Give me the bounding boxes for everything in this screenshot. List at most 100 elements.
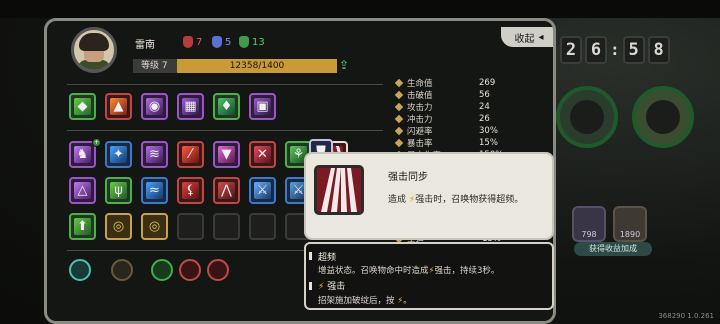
desc-part: ，持续3秒。 — [451, 266, 500, 276]
collapse-label: 收起 — [514, 33, 535, 45]
pyramid-icon: △ — [77, 183, 88, 198]
skill-slot[interactable]: △ — [69, 177, 96, 204]
equip-slot-2[interactable]: ▲ — [105, 93, 132, 120]
skill-slot[interactable]: ⋀ — [213, 177, 240, 204]
keyword-title-text: 强击 — [327, 282, 346, 292]
skill-slot[interactable]: ≈ — [141, 177, 168, 204]
tooltip-description: 造成 ⚡强击时，召唤物获得超频。 — [388, 192, 523, 205]
stat-label: 击破值 — [407, 91, 433, 101]
collapse-button[interactable]: 收起 ◂ — [501, 27, 553, 47]
stat-value: 26 — [479, 114, 490, 124]
stat-value: 269 — [479, 78, 496, 88]
desc-suffix: 时，召唤物获得超频。 — [433, 195, 524, 205]
empty-slot[interactable] — [249, 213, 276, 240]
stat-value: 15% — [479, 138, 498, 148]
stat-label: 生命值 — [407, 79, 433, 89]
skill-slot[interactable]: ≋ — [141, 141, 168, 168]
spark-skill-icon[interactable] — [179, 259, 201, 281]
xp-text: 12358/1400 — [229, 61, 285, 71]
timer-digit: 2 — [560, 36, 582, 64]
shark-icon: ≈ — [149, 183, 160, 198]
beast-icon: ⚸ — [185, 183, 196, 198]
bonus-button[interactable]: 获得收益加成 — [574, 242, 652, 256]
stat-bullet-icon — [394, 90, 404, 100]
upgrade-badge-icon: + — [92, 138, 101, 147]
stat-bullet-icon — [394, 102, 404, 112]
potion-icon[interactable] — [69, 259, 91, 281]
skill-slot[interactable]: ⁄ — [177, 141, 204, 168]
arrow-up-icon: ⬆ — [77, 219, 88, 234]
skill-slot[interactable]: ✦ — [105, 141, 132, 168]
claw-skill-icon[interactable] — [151, 259, 173, 281]
coin-icon: ◎ — [148, 219, 161, 234]
empty-slot[interactable] — [177, 213, 204, 240]
stat-row: 冲击力 26 — [394, 113, 546, 125]
blue-mask-icon — [212, 36, 222, 48]
summon-portrait-icon[interactable] — [556, 86, 618, 148]
companion-portrait-icon[interactable] — [632, 86, 694, 148]
star-icon: ✦ — [113, 147, 124, 162]
cross-icon: ✕ — [257, 147, 268, 162]
skill-tooltip: 强击同步 造成 ⚡强击时，召唤物获得超频。 — [304, 152, 554, 240]
skill-slot[interactable]: ✕ — [249, 141, 276, 168]
bolt-icon: ⚡ — [318, 282, 325, 292]
timer-display: 2 6 : 5 8 — [560, 36, 670, 64]
version-label: 368290 1.0.261 — [658, 312, 714, 320]
coin-icon: ◎ — [112, 219, 125, 234]
keyword-tooltip: 超频 增益状态。召唤物命中时造成⚡强击，持续3秒。 ⚡ 强击 招架施加破绽后，按… — [304, 242, 554, 310]
equip-slot-3[interactable]: ◉ — [141, 93, 168, 120]
equip-slot-1[interactable]: ◆ — [69, 93, 96, 120]
resource-card[interactable]: 798 — [572, 206, 606, 242]
skill-slot[interactable]: ◎ — [105, 213, 132, 240]
equip-slot-6[interactable]: ▣ — [249, 93, 276, 120]
stat-value: 56 — [479, 90, 490, 100]
skill-slot[interactable]: ⬆ — [69, 213, 96, 240]
resource-red: 7 — [183, 36, 202, 48]
empty-slot[interactable] — [213, 213, 240, 240]
flame-icon: ▲ — [113, 99, 124, 114]
desc-prefix: 造成 — [388, 195, 407, 205]
stat-label: 冲击力 — [407, 115, 433, 125]
gem-icon: ▼ — [221, 147, 232, 162]
resource-value: 13 — [252, 36, 265, 48]
desc-part: 招架施加破绽后，按 — [318, 296, 395, 306]
helmet-icon: ▣ — [256, 99, 269, 114]
stat-bullet-icon — [394, 138, 404, 148]
fang-icon: ⋀ — [221, 183, 232, 198]
chevron-left-icon: ◂ — [538, 31, 544, 43]
resource-value: 7 — [196, 36, 203, 48]
skill-slot[interactable]: ⚔ — [249, 177, 276, 204]
red-mask-icon — [183, 36, 193, 48]
figure-icon: ♞ — [76, 147, 89, 162]
equip-slot-4[interactable]: ▦ — [177, 93, 204, 120]
skill-slot[interactable]: ⚸ — [177, 177, 204, 204]
top-stripe — [0, 0, 720, 18]
timer-colon: : — [610, 40, 620, 59]
claw-icon: ≋ — [149, 147, 160, 162]
stat-label: 暴击率 — [407, 139, 433, 149]
strike-sync-icon — [314, 165, 364, 215]
stat-value: 24 — [479, 102, 490, 112]
avatar[interactable] — [71, 27, 117, 73]
divider — [67, 84, 383, 85]
level-label: 等级 7 — [133, 59, 177, 73]
skill-slot[interactable]: ▼ — [213, 141, 240, 168]
chain-icon[interactable] — [111, 259, 133, 281]
stat-row: 闪避率 30% — [394, 125, 546, 137]
resource-card[interactable]: 1890 — [613, 206, 647, 242]
desc-keyword: 强击 — [434, 266, 452, 276]
leaf-icon: ◆ — [77, 99, 88, 114]
stat-bullet-icon — [394, 126, 404, 136]
burst-skill-icon[interactable] — [207, 259, 229, 281]
skill-slot[interactable]: ψ — [105, 177, 132, 204]
timer-digit: 6 — [585, 36, 607, 64]
level-up-arrow-icon[interactable]: ⇪ — [339, 58, 349, 72]
marker — [309, 282, 312, 290]
resource-green: 13 — [239, 36, 265, 48]
stat-label: 攻击力 — [407, 103, 433, 113]
swords-icon: ⚔ — [256, 183, 269, 198]
desc-part: 增益状态。召唤物命中时造成 — [318, 266, 429, 276]
equip-slot-5[interactable]: ♦ — [213, 93, 240, 120]
resource-card-count: 798 — [581, 230, 597, 239]
skill-slot[interactable]: ◎ — [141, 213, 168, 240]
